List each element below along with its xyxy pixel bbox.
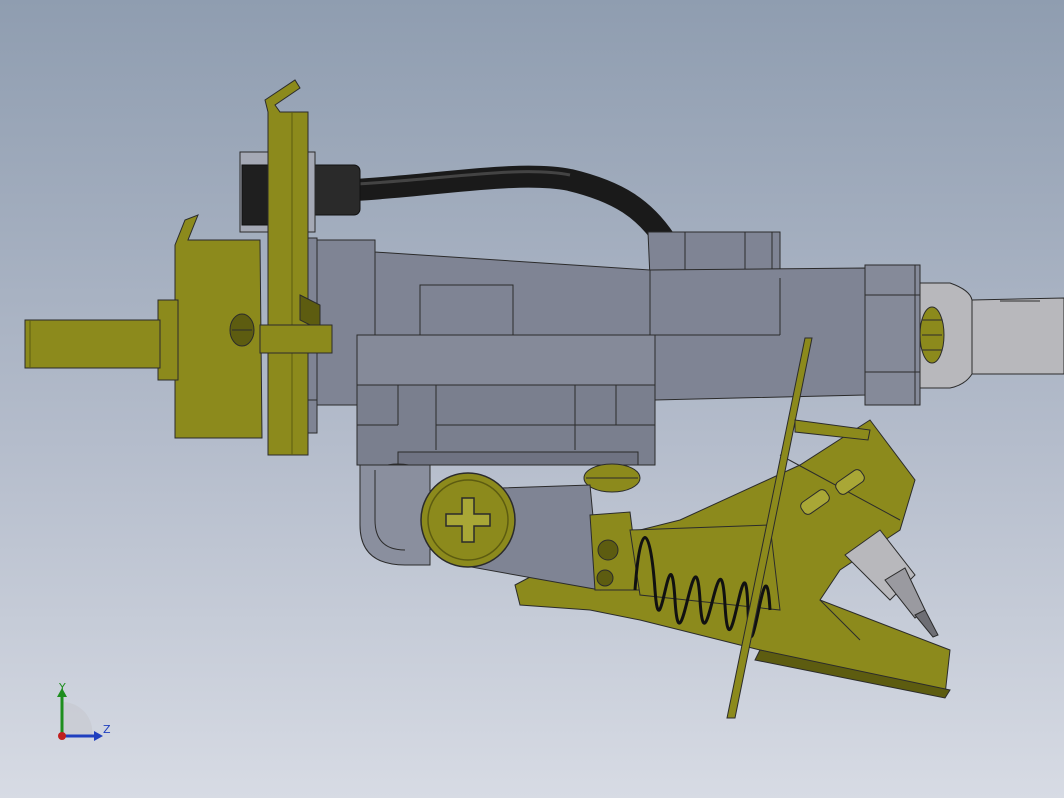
switch-block[interactable]	[157, 214, 263, 439]
cad-viewport[interactable]: Y Z	[0, 0, 1064, 798]
lower-yoke[interactable]	[359, 464, 431, 566]
steering-shaft-end[interactable]	[919, 282, 1064, 389]
x-axis-dot	[58, 732, 66, 740]
cross-head-screw[interactable]	[420, 472, 516, 568]
steering-column-model[interactable]: Y Z	[0, 0, 1064, 798]
triad-backdrop	[62, 701, 93, 736]
upper-bearing-collar[interactable]	[864, 264, 921, 406]
z-axis-label: Z	[103, 723, 111, 736]
wire-harness[interactable]	[309, 164, 676, 251]
coordinate-triad: Y Z	[57, 681, 111, 741]
y-axis-label: Y	[58, 681, 66, 694]
z-axis-arrowhead	[94, 731, 103, 741]
